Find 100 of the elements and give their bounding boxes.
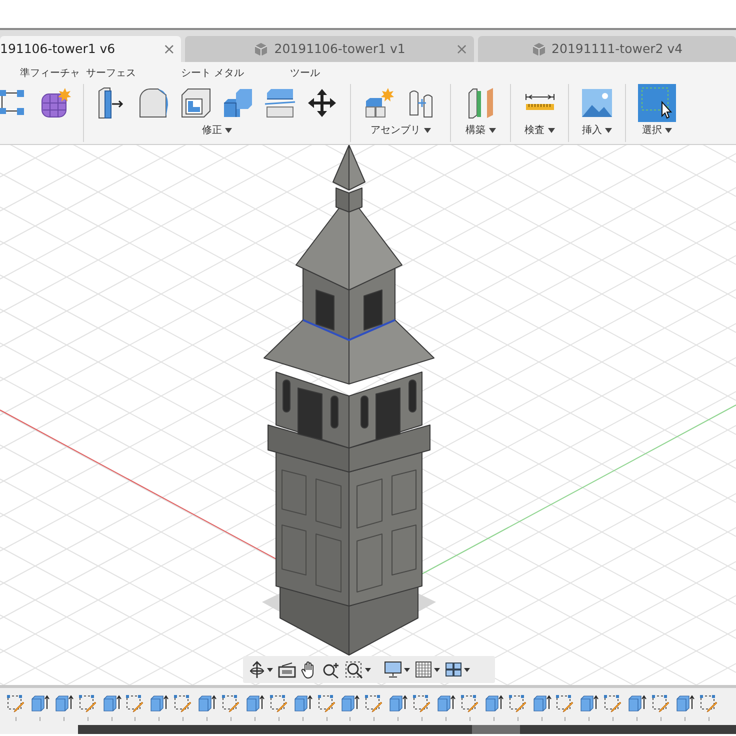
move-button[interactable] — [306, 87, 338, 119]
timeline-feature[interactable] — [460, 692, 480, 720]
look-at-button[interactable] — [278, 662, 296, 678]
extrude-feature-icon — [436, 692, 456, 720]
group-menu[interactable]: 構築 — [466, 123, 496, 138]
caret-icon — [434, 668, 440, 672]
caret-icon — [605, 128, 612, 133]
timeline-feature[interactable] — [532, 692, 552, 720]
timeline-feature[interactable] — [484, 692, 504, 720]
workspace-tab[interactable]: サーフェス — [86, 66, 136, 80]
new-component-button[interactable] — [364, 87, 396, 119]
selection-cursor-icon — [638, 84, 676, 122]
extrude-feature-icon — [197, 692, 218, 720]
extrude-feature-icon — [674, 692, 695, 720]
create-sketch-button[interactable] — [0, 88, 26, 118]
caret-icon — [464, 668, 470, 672]
workspace-tab[interactable]: 準フィーチャ — [20, 66, 80, 80]
caret-icon — [548, 128, 554, 133]
caret-icon — [665, 128, 672, 133]
group-menu[interactable]: 挿入 — [582, 123, 612, 138]
extrude-feature-icon — [54, 692, 74, 720]
sketch-feature-icon — [78, 692, 98, 720]
timeline-feature[interactable] — [173, 692, 194, 720]
extrude-feature-icon — [484, 692, 504, 720]
extrude-feature-icon — [244, 692, 265, 720]
sketch-feature-icon — [698, 692, 719, 720]
document-tab[interactable]: 191106-tower1 v6 × — [0, 36, 182, 62]
sketch-feature-icon — [316, 692, 337, 720]
sketch-feature-icon — [125, 692, 146, 720]
timeline-feature[interactable] — [292, 692, 313, 720]
extrude-feature-icon — [102, 692, 122, 720]
timeline-feature[interactable] — [54, 692, 74, 720]
split-body-button[interactable] — [264, 87, 296, 119]
picture-icon — [581, 87, 613, 119]
create-form-button[interactable] — [40, 87, 72, 119]
fit-button[interactable] — [345, 660, 371, 678]
timeline-feature[interactable] — [674, 692, 695, 720]
timeline-feature[interactable] — [316, 692, 337, 720]
group-menu[interactable]: 選択 — [642, 123, 672, 138]
sketch-feature-icon — [173, 692, 194, 720]
extrude-feature-icon — [532, 692, 552, 720]
sketch-feature-icon — [603, 692, 624, 720]
timeline-feature[interactable] — [508, 692, 528, 720]
timeline-feature[interactable] — [364, 692, 384, 720]
fillet-button[interactable] — [138, 87, 170, 119]
combine-button[interactable] — [222, 87, 254, 119]
orbit-button[interactable] — [249, 660, 273, 678]
timeline-feature[interactable] — [268, 692, 289, 720]
caret-icon — [365, 668, 371, 672]
timeline-feature[interactable] — [78, 692, 98, 720]
grid-settings-button[interactable] — [415, 661, 440, 678]
timeline-feature[interactable] — [197, 692, 218, 720]
workspace-tab[interactable]: シート メタル — [181, 66, 244, 80]
timeline-feature[interactable] — [125, 692, 146, 720]
sketch-feature-icon — [221, 692, 242, 720]
timeline-feature[interactable] — [102, 692, 122, 720]
sketch-feature-icon — [364, 692, 384, 720]
caret-icon — [404, 668, 410, 672]
monitor-icon — [384, 661, 402, 678]
timeline-feature[interactable] — [340, 692, 360, 720]
timeline-feature[interactable] — [698, 692, 719, 720]
grid-icon — [415, 661, 432, 678]
close-icon[interactable]: × — [162, 38, 176, 60]
timeline-feature[interactable] — [412, 692, 432, 720]
sketch-feature-icon — [412, 692, 432, 720]
timeline-feature[interactable] — [579, 692, 600, 720]
timeline-feature[interactable] — [244, 692, 265, 720]
extrude-feature-icon — [388, 692, 408, 720]
group-menu[interactable]: アセンブリ — [370, 123, 430, 138]
extrude-feature-icon — [627, 692, 648, 720]
caret-icon — [267, 668, 273, 672]
display-settings-button[interactable] — [384, 661, 410, 678]
timeline-feature[interactable] — [627, 692, 648, 720]
timeline-feature[interactable] — [149, 692, 170, 720]
zoom-icon — [322, 660, 340, 678]
timeline-feature[interactable] — [6, 692, 26, 720]
timeline-feature[interactable] — [603, 692, 624, 720]
insert-image-button[interactable] — [581, 87, 613, 119]
shell-icon — [180, 87, 212, 119]
group-menu[interactable]: 修正 — [202, 123, 232, 138]
timeline-feature[interactable] — [651, 692, 672, 720]
scrollbar-thumb[interactable] — [472, 725, 520, 734]
shell-button[interactable] — [180, 87, 212, 119]
combine-icon — [222, 87, 254, 119]
timeline-feature[interactable] — [388, 692, 408, 720]
sketch-feature-icon — [268, 692, 289, 720]
timeline-feature[interactable] — [436, 692, 456, 720]
timeline-feature[interactable] — [555, 692, 576, 720]
document-tab[interactable]: 20191111-tower2 v4 — [478, 36, 736, 62]
workspace-tab[interactable]: ツール — [290, 66, 320, 80]
document-tab[interactable]: 20191106-tower1 v1 × — [185, 36, 474, 62]
zoom-button[interactable] — [322, 660, 340, 678]
select-button[interactable] — [638, 84, 676, 122]
group-menu[interactable]: 検査 — [524, 123, 554, 138]
timeline-feature[interactable] — [221, 692, 242, 720]
zoom-window-icon — [345, 660, 363, 678]
extrude-feature-icon — [340, 692, 360, 720]
component-icon — [364, 87, 396, 119]
viewports-button[interactable] — [445, 662, 470, 677]
timeline-feature[interactable] — [30, 692, 50, 720]
